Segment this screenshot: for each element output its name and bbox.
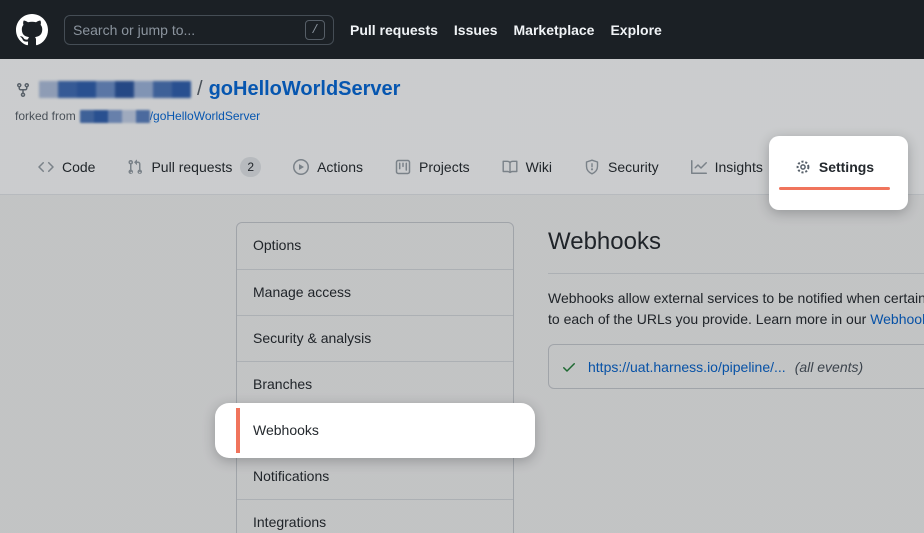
redacted-owner-name [39, 81, 191, 98]
tab-wiki[interactable]: Wiki [486, 140, 568, 194]
sidebar-item-manage-access[interactable]: Manage access [237, 269, 513, 315]
tab-settings[interactable]: Settings [779, 140, 890, 194]
title-divider [548, 273, 924, 274]
global-search[interactable]: / [64, 15, 334, 45]
webhooks-panel: Webhooks Webhooks allow external service… [548, 195, 924, 389]
webhooks-description: Webhooks allow external services to be n… [548, 288, 924, 330]
navbar-links: Pull requests Issues Marketplace Explore [350, 22, 662, 38]
nav-link-issues[interactable]: Issues [454, 22, 498, 38]
pull-request-icon [127, 159, 143, 175]
top-navbar: / Pull requests Issues Marketplace Explo… [0, 0, 924, 59]
shield-icon [584, 159, 600, 175]
webhook-url-link[interactable]: https://uat.harness.io/pipeline/... [588, 359, 786, 375]
repo-separator: / [197, 78, 203, 101]
webhook-events-label: (all events) [795, 359, 863, 375]
repo-tab-bar: Code Pull requests 2 Actions Projects Wi… [22, 140, 924, 194]
repo-name-link[interactable]: goHelloWorldServer [209, 78, 401, 101]
tab-security[interactable]: Security [568, 140, 675, 194]
tab-actions[interactable]: Actions [277, 140, 379, 194]
slash-shortcut-key: / [305, 20, 325, 40]
project-board-icon [395, 159, 411, 175]
github-logo-icon[interactable] [16, 14, 48, 46]
settings-content: Options Manage access Security & analysi… [0, 195, 924, 533]
sidebar-item-notifications[interactable]: Notifications [237, 453, 513, 499]
graph-icon [691, 159, 707, 175]
sidebar-item-integrations[interactable]: Integrations [237, 499, 513, 533]
page-title: Webhooks [548, 228, 924, 256]
page-body: / goHelloWorldServer forked from /goHell… [0, 59, 924, 533]
webhooks-guide-link[interactable]: Webhooks Guide [870, 311, 924, 327]
gear-icon [795, 159, 811, 175]
tab-projects[interactable]: Projects [379, 140, 486, 194]
settings-sidebar: Options Manage access Security & analysi… [236, 222, 514, 533]
tab-insights[interactable]: Insights [675, 140, 779, 194]
nav-link-pull-requests[interactable]: Pull requests [350, 22, 438, 38]
check-icon [561, 359, 577, 375]
sidebar-item-branches[interactable]: Branches [237, 361, 513, 407]
code-icon [38, 159, 54, 175]
repo-header: / goHelloWorldServer forked from /goHell… [0, 59, 924, 195]
upstream-repo-link[interactable]: /goHelloWorldServer [150, 109, 261, 123]
forked-from-line: forked from /goHelloWorldServer [15, 109, 260, 123]
repo-forked-icon [15, 82, 31, 98]
tab-pull-requests[interactable]: Pull requests 2 [111, 140, 277, 194]
play-circle-icon [293, 159, 309, 175]
webhook-list-item: https://uat.harness.io/pipeline/... (all… [548, 344, 924, 389]
nav-link-marketplace[interactable]: Marketplace [514, 22, 595, 38]
search-input[interactable] [73, 22, 305, 38]
tab-code[interactable]: Code [22, 140, 111, 194]
sidebar-item-security-analysis[interactable]: Security & analysis [237, 315, 513, 361]
book-icon [502, 159, 518, 175]
forked-from-label: forked from [15, 109, 76, 123]
redacted-upstream-owner [80, 110, 150, 123]
selected-tab-underline [779, 187, 890, 190]
pull-requests-count-badge: 2 [240, 157, 261, 177]
repo-title: / goHelloWorldServer [15, 78, 400, 101]
nav-link-explore[interactable]: Explore [610, 22, 661, 38]
sidebar-item-options[interactable]: Options [237, 223, 513, 269]
sidebar-item-webhooks[interactable]: Webhooks [237, 407, 513, 453]
